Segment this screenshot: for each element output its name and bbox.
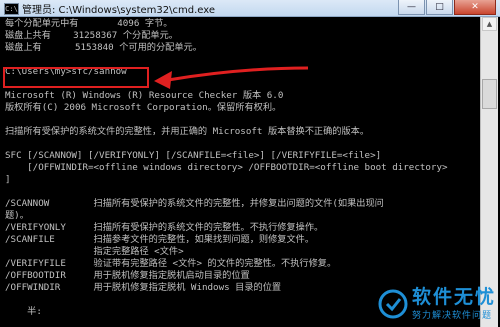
console-line: 扫描所有受保护的系统文件的完整性，并用正确的 Microsoft 版本替换不正确…	[5, 126, 370, 137]
vertical-scrollbar[interactable]: ▲	[480, 17, 498, 327]
console-line: 版权所有(C) 2006 Microsoft Corporation。保留所有权…	[5, 102, 282, 113]
console-line: /SCANNOW 扫描所有受保护的系统文件的完整性，并修复出问题的文件(如果出现…	[5, 198, 384, 209]
close-button[interactable]: ✕	[454, 0, 496, 15]
console-line: [/OFFWINDIR=<offline windows directory> …	[5, 162, 448, 173]
console-line: ]	[5, 174, 11, 185]
cmd-icon: C:\	[4, 3, 19, 15]
console-line: 题)。	[5, 210, 29, 221]
console-line: 指定完整路径 <文件>	[5, 246, 184, 257]
annotation-arrow-icon	[154, 66, 309, 89]
console-line: 每个分配单元中有 4096 字节。	[5, 18, 173, 29]
cmd-window: C:\ 管理员: C:\Windows\system32\cmd.exe — □…	[0, 0, 500, 327]
console-line: /VERIFYFILE 验证带有完整路径 <文件> 的文件的完整性。不执行修复。	[5, 258, 337, 269]
scroll-thumb[interactable]	[482, 79, 497, 109]
window-controls: — □ ✕	[397, 0, 496, 15]
watermark-subtitle: 努力解决软件问题	[411, 311, 492, 321]
watermark-logo-icon	[378, 289, 408, 318]
console-line: /SCANFILE 扫描参考文件的完整性，如果找到问题，则修复文件。	[5, 234, 315, 245]
console-line: /VERIFYONLY 扫描所有受保护的系统文件的完整性。不执行修复操作。	[5, 222, 324, 233]
scroll-up-arrow-icon[interactable]: ▲	[482, 17, 497, 31]
command-highlight-box	[3, 67, 149, 88]
console-line: SFC [/SCANNOW] [/VERIFYONLY] [/SCANFILE=…	[5, 150, 382, 161]
console-line: /OFFBOOTDIR 用于脱机修复指定脱机启动目录的位置	[5, 270, 250, 281]
watermark-title: 软件无忧	[411, 286, 496, 308]
minimize-button[interactable]: —	[398, 0, 425, 15]
console-line: 磁盘上有 5153840 个可用的分配单元。	[5, 42, 202, 53]
window-title: 管理员: C:\Windows\system32\cmd.exe	[22, 5, 216, 16]
watermark: 软件无忧 努力解决软件问题	[378, 286, 496, 321]
console-line: 半:	[5, 306, 42, 317]
console-line: /OFFWINDIR 用于脱机修复指定脱机 Windows 目录的位置	[5, 282, 282, 293]
maximize-button[interactable]: □	[426, 0, 453, 15]
title-bar[interactable]: C:\ 管理员: C:\Windows\system32\cmd.exe — □…	[0, 0, 500, 17]
console-line: 磁盘上共有 31258367 个分配单元。	[5, 30, 178, 41]
